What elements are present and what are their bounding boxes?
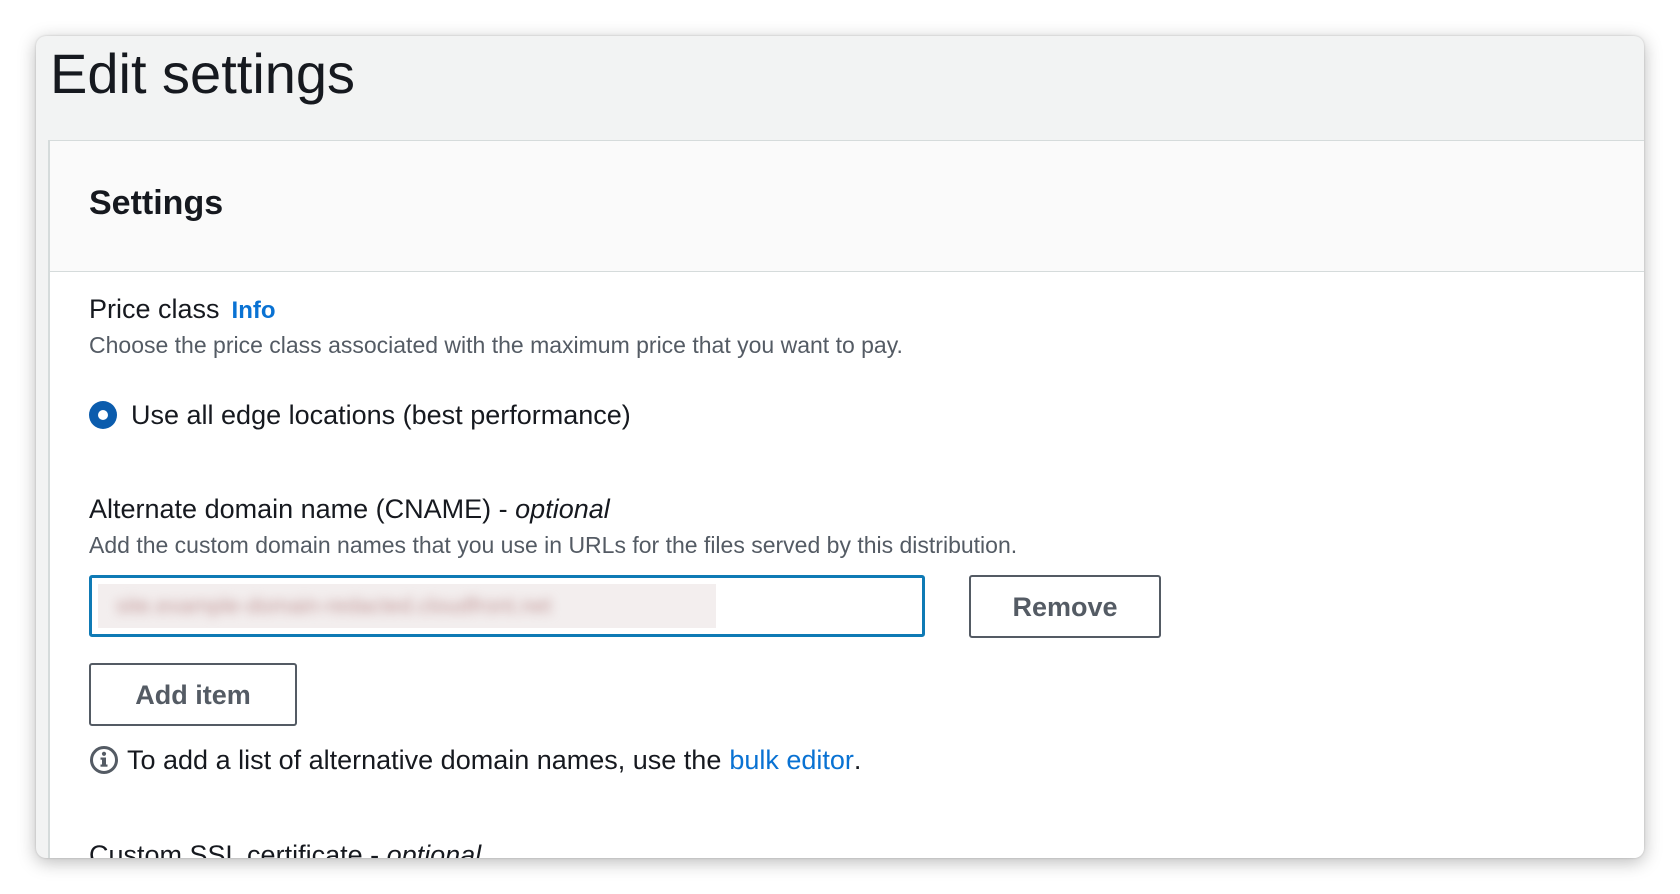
radio-selected-icon[interactable] [89, 401, 117, 429]
bulk-editor-link[interactable]: bulk editor [729, 744, 854, 776]
info-circle-icon [90, 746, 118, 774]
radio-option-all-edge-locations[interactable]: Use all edge locations (best performance… [89, 399, 631, 431]
page-title: Edit settings [50, 42, 356, 105]
cname-label-row: Alternate domain name (CNAME) - optional [89, 493, 610, 525]
price-class-info-link[interactable]: Info [232, 297, 276, 324]
ssl-certificate-label: Custom SSL certificate - [89, 840, 387, 858]
price-class-label-row: Price class Info [89, 293, 276, 327]
bulk-editor-note-text: To add a list of alternative domain name… [127, 745, 722, 775]
settings-panel: Settings Price class Info Choose the pric… [48, 140, 1644, 858]
price-class-description: Choose the price class associated with t… [89, 332, 903, 358]
price-class-label: Price class [89, 294, 220, 324]
bulk-editor-note: To add a list of alternative domain name… [89, 744, 861, 776]
ssl-certificate-label-row: Custom SSL certificate - optional [89, 839, 481, 858]
settings-panel-title: Settings [89, 184, 224, 222]
cname-optional-label: optional [515, 494, 610, 524]
cname-description: Add the custom domain names that you use… [89, 532, 1018, 558]
add-item-button[interactable]: Add item [89, 663, 297, 726]
bulk-editor-note-suffix: . [853, 745, 862, 775]
ssl-optional-label: optional [386, 840, 482, 858]
app-window: Edit settings Settings Price class Info C… [36, 36, 1644, 858]
remove-button[interactable]: Remove [969, 575, 1161, 638]
cname-label: Alternate domain name (CNAME) - [89, 494, 516, 524]
cname-input[interactable]: site.example-domain-redacted.cloudfront.… [89, 575, 925, 637]
radio-option-label: Use all edge locations (best performance… [131, 400, 631, 430]
settings-panel-header: Settings [50, 141, 1644, 272]
cname-input-value: site.example-domain-redacted.cloudfront.… [116, 593, 552, 618]
